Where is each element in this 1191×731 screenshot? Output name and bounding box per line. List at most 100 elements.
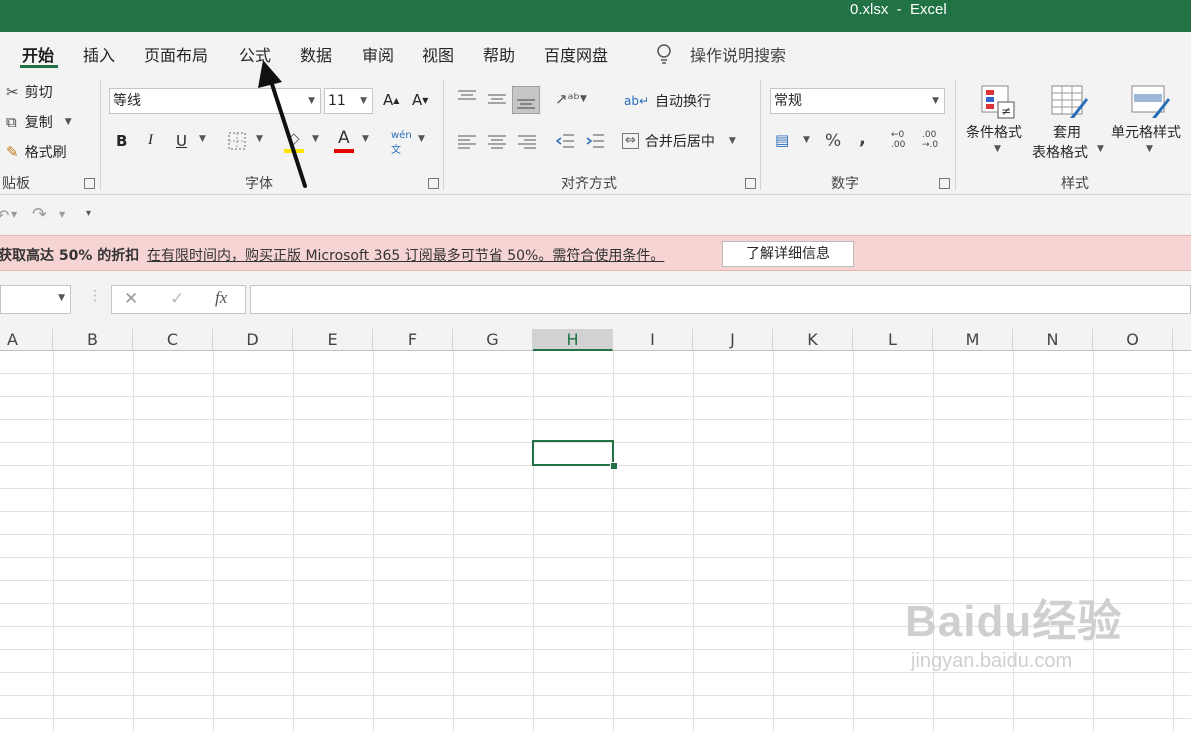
bold-icon[interactable]: B [116, 132, 127, 150]
underline-icon[interactable]: U [176, 132, 187, 150]
undo-icon[interactable]: ↶ [0, 206, 9, 225]
chevron-down-icon[interactable]: ▼ [11, 210, 17, 219]
chevron-down-icon[interactable]: ▼ [362, 134, 369, 144]
format-as-table-line1[interactable]: 套用 [1053, 122, 1081, 142]
merge-center-label: 合并后居中 [644, 134, 715, 150]
borders-icon[interactable] [228, 132, 246, 150]
cancel-icon[interactable]: ✕ [124, 289, 138, 309]
font-name-dropdown[interactable]: 等线 ▼ [109, 88, 321, 114]
italic-icon[interactable]: I [148, 132, 153, 149]
column-header[interactable]: N [1013, 329, 1093, 351]
tab-baidu-netdisk[interactable]: 百度网盘 [544, 42, 608, 66]
increase-indent-icon[interactable] [585, 133, 605, 151]
increase-decimal-icon[interactable]: ←0.00 [891, 130, 905, 150]
column-header[interactable]: C [133, 329, 213, 351]
insert-function-icon[interactable]: fx [215, 288, 227, 308]
column-header[interactable]: G [453, 329, 533, 351]
align-middle-icon[interactable] [487, 91, 507, 107]
font-size-dropdown[interactable]: 11 ▼ [324, 88, 373, 114]
column-header[interactable]: I [613, 329, 693, 351]
chevron-down-icon[interactable]: ▼ [994, 144, 1001, 154]
formula-input[interactable] [250, 285, 1191, 314]
align-center-icon[interactable] [487, 134, 507, 150]
accounting-format-icon[interactable]: ▤ [775, 131, 789, 149]
decrease-decimal-icon[interactable]: .00 →.0 [922, 130, 938, 150]
name-box[interactable]: ▼ [0, 285, 71, 314]
font-size-value: 11 [328, 93, 346, 109]
decrease-font-size-icon[interactable]: A ▼ [412, 91, 428, 109]
chevron-down-icon[interactable]: ▼ [199, 134, 206, 144]
grid-row-line [0, 557, 1191, 558]
column-header[interactable]: A [0, 329, 53, 351]
clipboard-launcher-icon[interactable] [84, 178, 95, 189]
grid-column-line [213, 351, 214, 731]
chevron-down-icon[interactable]: ▼ [418, 134, 425, 144]
increase-font-size-icon[interactable]: A ▲ [383, 91, 399, 109]
align-left-icon[interactable] [457, 134, 477, 150]
chevron-down-icon[interactable]: ▼ [58, 293, 65, 303]
chevron-down-icon[interactable]: ▼ [59, 210, 65, 219]
grid-row-line [0, 373, 1191, 374]
alignment-launcher-icon[interactable] [745, 178, 756, 189]
cut-button[interactable]: ✂ 剪切 [6, 82, 53, 102]
number-group-label: 数字 [831, 176, 859, 192]
column-header[interactable]: K [773, 329, 853, 351]
phonetic-guide-icon[interactable]: wén 文 [391, 130, 412, 156]
orientation-icon[interactable]: ↗ᵃᵇ [555, 90, 580, 108]
active-cell[interactable] [532, 440, 614, 466]
chevron-down-icon[interactable]: ▼ [256, 134, 263, 144]
customize-toolbar-icon[interactable]: ▾ [86, 208, 91, 219]
chevron-down-icon[interactable]: ▼ [1146, 144, 1153, 154]
number-format-dropdown[interactable]: 常规 ▼ [770, 88, 945, 114]
chevron-down-icon[interactable]: ▼ [803, 135, 810, 145]
conditional-formatting-button[interactable]: 条件格式 [966, 122, 1022, 142]
fill-handle[interactable] [610, 462, 618, 470]
column-header-selected[interactable]: H [533, 329, 613, 351]
font-color-icon[interactable]: A [334, 128, 356, 153]
column-header[interactable]: D [213, 329, 293, 351]
learn-more-button[interactable]: 了解详细信息 [722, 241, 854, 267]
tab-help[interactable]: 帮助 [483, 42, 515, 66]
tab-insert[interactable]: 插入 [83, 42, 115, 66]
column-header[interactable]: L [853, 329, 933, 351]
column-header[interactable] [1173, 329, 1191, 351]
decrease-indent-icon[interactable] [555, 133, 575, 151]
chevron-down-icon[interactable]: ▼ [729, 136, 736, 146]
tab-view[interactable]: 视图 [422, 42, 454, 66]
percent-icon[interactable]: % [825, 131, 841, 151]
number-launcher-icon[interactable] [939, 178, 950, 189]
align-bottom-button[interactable] [512, 86, 540, 114]
worksheet-grid[interactable] [0, 351, 1191, 731]
format-as-table-line2[interactable]: 表格格式 [1032, 142, 1088, 162]
comma-style-icon[interactable]: , [859, 128, 866, 149]
column-header[interactable]: M [933, 329, 1013, 351]
fill-color-icon[interactable]: ◇ [284, 129, 306, 153]
promo-message-link[interactable]: 在有限时间内，购买正版 Microsoft 365 订阅最多可节省 50%。需符… [147, 245, 664, 265]
chevron-down-icon[interactable]: ▼ [65, 117, 72, 127]
cell-styles-button[interactable]: 单元格样式 [1111, 122, 1181, 142]
tab-review[interactable]: 审阅 [362, 42, 394, 66]
enter-icon[interactable]: ✓ [170, 289, 184, 309]
redo-icon[interactable]: ↷ [32, 204, 47, 225]
tell-me-search[interactable]: 操作说明搜索 [690, 42, 786, 66]
chevron-down-icon[interactable]: ▼ [580, 94, 587, 104]
tab-home[interactable]: 开始 [22, 42, 54, 66]
chevron-down-icon[interactable]: ▼ [312, 134, 319, 144]
chevron-down-icon[interactable]: ▼ [1097, 144, 1104, 154]
column-header[interactable]: O [1093, 329, 1173, 351]
format-painter-button[interactable]: ✎ 格式刷 [6, 142, 67, 162]
align-top-icon[interactable] [457, 89, 477, 105]
column-header[interactable]: J [693, 329, 773, 351]
wrap-text-button[interactable]: ab↵ 自动换行 [624, 91, 711, 111]
merge-center-button[interactable]: ⇔ 合并后居中 ▼ [622, 131, 736, 151]
align-right-icon[interactable] [517, 134, 537, 150]
column-header[interactable]: F [373, 329, 453, 351]
tab-formulas[interactable]: 公式 [239, 42, 271, 66]
font-launcher-icon[interactable] [428, 178, 439, 189]
tab-page-layout[interactable]: 页面布局 [144, 42, 208, 66]
tab-data[interactable]: 数据 [300, 42, 332, 66]
copy-button[interactable]: ⧉ 复制 ▼ [6, 112, 72, 132]
styles-group-label: 样式 [1061, 176, 1089, 192]
column-header[interactable]: B [53, 329, 133, 351]
column-header[interactable]: E [293, 329, 373, 351]
